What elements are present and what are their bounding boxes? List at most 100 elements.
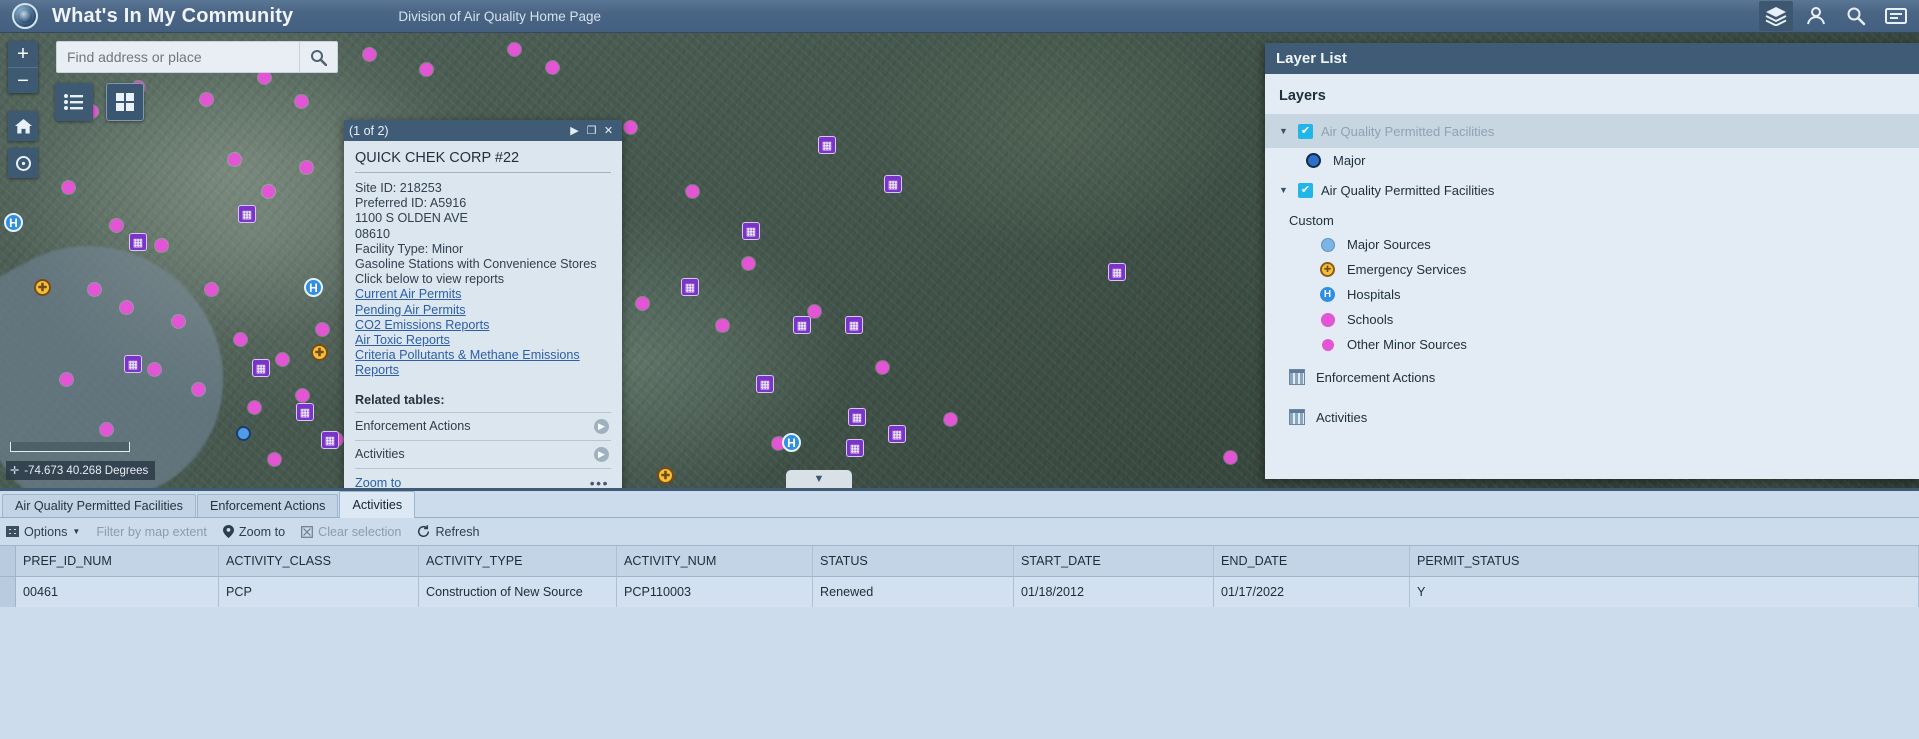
map-marker[interactable] xyxy=(88,283,101,296)
locate-icon[interactable] xyxy=(8,148,38,178)
header-subtitle[interactable]: Division of Air Quality Home Page xyxy=(398,9,601,24)
map-marker[interactable] xyxy=(172,315,185,328)
search-bar[interactable] xyxy=(56,41,338,73)
map-marker[interactable] xyxy=(205,283,218,296)
map-marker-school[interactable]: ▦ xyxy=(129,233,147,251)
map-marker[interactable] xyxy=(876,361,889,374)
grid-icon[interactable] xyxy=(106,83,144,121)
column-header[interactable]: STATUS xyxy=(813,546,1014,577)
layer-item-enforcement-actions[interactable]: Enforcement Actions xyxy=(1265,357,1919,397)
map-marker-hospital[interactable]: H xyxy=(304,278,323,297)
close-icon[interactable]: ✕ xyxy=(600,124,617,137)
column-header[interactable]: START_DATE xyxy=(1014,546,1214,577)
map-marker[interactable] xyxy=(295,95,308,108)
map-marker[interactable] xyxy=(120,301,133,314)
layer-item-activities[interactable]: Activities xyxy=(1265,397,1919,437)
map-marker-school[interactable]: ▦ xyxy=(846,439,864,457)
popup-report-link[interactable]: Current Air Permits xyxy=(355,287,611,302)
map-marker-school[interactable]: ▦ xyxy=(756,375,774,393)
search-icon[interactable] xyxy=(299,42,337,72)
map-marker-school[interactable]: ▦ xyxy=(793,316,811,334)
map-marker[interactable] xyxy=(62,181,75,194)
table-row[interactable]: 00461 PCP Construction of New Source PCP… xyxy=(0,577,1919,607)
map-marker[interactable] xyxy=(316,323,329,336)
map-marker[interactable] xyxy=(276,353,289,366)
column-header[interactable]: PREF_ID_NUM xyxy=(16,546,219,577)
map-marker-school[interactable]: ▦ xyxy=(124,355,142,373)
row-gutter[interactable] xyxy=(0,577,16,607)
map-marker-hospital[interactable]: H xyxy=(782,433,801,452)
column-header[interactable]: END_DATE xyxy=(1214,546,1410,577)
zoom-to-button[interactable]: Zoom to xyxy=(223,525,285,539)
map-marker[interactable] xyxy=(155,239,168,252)
chevron-down-icon[interactable]: ▼ xyxy=(1279,185,1290,195)
next-feature-icon[interactable]: ▶ xyxy=(566,124,583,137)
map-marker[interactable] xyxy=(228,153,241,166)
map-marker-school[interactable]: ▦ xyxy=(884,175,902,193)
popup-report-link[interactable]: CO2 Emissions Reports xyxy=(355,318,611,333)
map-marker-school[interactable]: ▦ xyxy=(1108,263,1126,281)
layer-checkbox[interactable]: ✔ xyxy=(1298,183,1313,198)
related-table-row[interactable]: Activities ▶ xyxy=(355,440,611,468)
map-marker-school[interactable]: ▦ xyxy=(848,408,866,426)
layer-item-air-quality-permitted-facilities-custom[interactable]: ▼ ✔ Air Quality Permitted Facilities xyxy=(1265,173,1919,207)
map-marker-school[interactable]: ▦ xyxy=(888,425,906,443)
map-marker[interactable] xyxy=(508,43,521,56)
map-marker[interactable] xyxy=(234,333,247,346)
column-header[interactable]: ACTIVITY_CLASS xyxy=(219,546,419,577)
map-marker[interactable] xyxy=(192,383,205,396)
map-marker[interactable] xyxy=(363,48,376,61)
basemap-toggle-tab[interactable]: ▼ xyxy=(786,470,852,488)
map-marker[interactable] xyxy=(262,185,275,198)
map-marker-hospital[interactable]: H xyxy=(4,213,23,232)
refresh-button[interactable]: Refresh xyxy=(417,525,479,539)
popup-report-link[interactable]: Criteria Pollutants & Methane Emissions … xyxy=(355,348,611,378)
chevron-right-icon[interactable]: ▶ xyxy=(594,447,609,462)
map-marker[interactable] xyxy=(420,63,433,76)
zoom-out-button[interactable]: − xyxy=(8,67,38,93)
more-actions-icon[interactable]: ••• xyxy=(590,475,609,488)
popup-report-link[interactable]: Air Toxic Reports xyxy=(355,333,611,348)
map-marker-emergency[interactable]: ✚ xyxy=(657,467,674,484)
list-icon[interactable] xyxy=(55,83,93,121)
clear-selection-button[interactable]: Clear selection xyxy=(301,525,401,539)
search-input[interactable] xyxy=(57,49,299,65)
layer-item-air-quality-permitted-facilities[interactable]: ▼ ✔ Air Quality Permitted Facilities xyxy=(1265,114,1919,148)
map-marker[interactable] xyxy=(110,219,123,232)
layers-icon[interactable] xyxy=(1759,1,1793,31)
map-marker[interactable] xyxy=(546,61,559,74)
column-header[interactable]: ACTIVITY_NUM xyxy=(617,546,813,577)
options-button[interactable]: Options ▼ xyxy=(6,525,80,539)
tab-enforcement-actions[interactable]: Enforcement Actions xyxy=(197,494,339,517)
map-marker-emergency[interactable]: ✚ xyxy=(311,344,328,361)
zoom-to-link[interactable]: Zoom to xyxy=(355,476,401,488)
map-marker-school[interactable]: ▦ xyxy=(818,136,836,154)
tab-activities[interactable]: Activities xyxy=(339,491,415,518)
map-marker[interactable] xyxy=(944,413,957,426)
map-marker-school[interactable]: ▦ xyxy=(252,359,270,377)
map-marker[interactable] xyxy=(60,373,73,386)
map-marker-school[interactable]: ▦ xyxy=(238,205,256,223)
map-marker-emergency[interactable]: ✚ xyxy=(34,279,51,296)
chevron-right-icon[interactable]: ▶ xyxy=(594,419,609,434)
zoom-control[interactable]: + − xyxy=(8,41,38,93)
map-marker[interactable] xyxy=(296,389,309,402)
coordinate-readout[interactable]: ✛ -74.673 40.268 Degrees xyxy=(6,461,155,480)
map-marker-school[interactable]: ▦ xyxy=(742,222,760,240)
column-header[interactable]: ACTIVITY_TYPE xyxy=(419,546,617,577)
map-marker-school[interactable]: ▦ xyxy=(681,278,699,296)
map-marker-school[interactable]: ▦ xyxy=(845,316,863,334)
popup-report-link[interactable]: Pending Air Permits xyxy=(355,303,611,318)
map-marker[interactable] xyxy=(268,453,281,466)
maximize-icon[interactable]: ❐ xyxy=(583,124,600,137)
tab-air-quality-permitted-facilities[interactable]: Air Quality Permitted Facilities xyxy=(2,494,196,517)
map-marker[interactable] xyxy=(1224,451,1237,464)
map-marker[interactable] xyxy=(300,161,313,174)
map-marker[interactable] xyxy=(248,401,261,414)
home-icon[interactable] xyxy=(8,111,38,141)
chevron-down-icon[interactable]: ▼ xyxy=(1279,126,1290,136)
related-table-row[interactable]: Enforcement Actions ▶ xyxy=(355,412,611,440)
map-marker[interactable] xyxy=(624,121,637,134)
map-marker-school[interactable]: ▦ xyxy=(321,431,339,449)
search-facility-icon[interactable] xyxy=(1839,1,1873,31)
